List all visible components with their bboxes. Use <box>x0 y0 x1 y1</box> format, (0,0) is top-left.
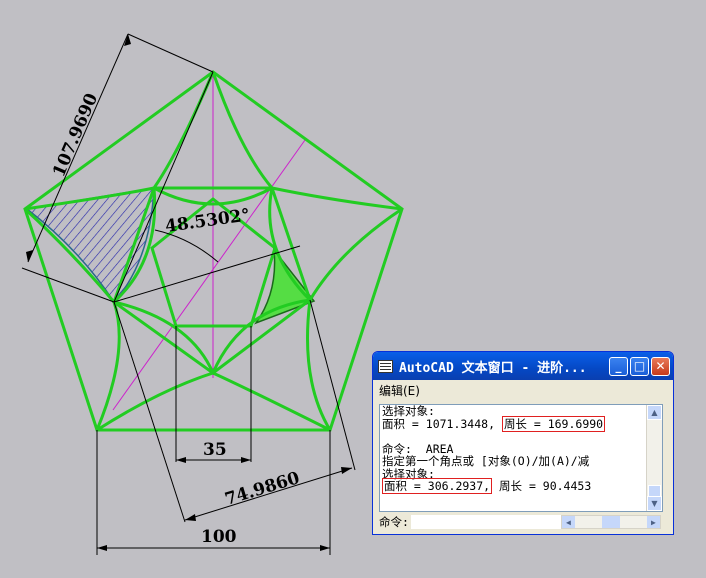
close-button[interactable]: ✕ <box>651 356 670 376</box>
window-icon[interactable] <box>378 359 393 373</box>
scroll-right-icon[interactable]: ▶ <box>646 516 660 528</box>
dim-inner-label: 35 <box>203 440 227 460</box>
maximize-button[interactable]: □ <box>630 356 649 376</box>
menu-edit[interactable]: 编辑(E) <box>379 384 420 398</box>
command-row: 命令: ◀ ▶ <box>379 514 663 530</box>
menu-bar: 编辑(E) <box>373 380 673 400</box>
command-prompt: 命令: <box>379 515 409 529</box>
dim-diagonal-label: 107.9690 <box>49 90 102 180</box>
command-input[interactable] <box>410 515 561 529</box>
text-history[interactable]: 选择对象: 面积 = 1071.3448, 周长 = 169.6990 命令: … <box>379 404 663 512</box>
dim-bottom-label: 100 <box>201 527 237 547</box>
dim-slant-label: 74.9860 <box>223 468 303 510</box>
history-line: 面积 = 1071.3448, 周长 = 169.6990 <box>382 415 606 432</box>
dim-angle-label: 48.5302° <box>164 205 251 237</box>
window-title: AutoCAD 文本窗口 - 进阶... <box>399 360 587 376</box>
scroll-left-icon[interactable]: ◀ <box>561 516 575 528</box>
hscroll-thumb[interactable] <box>601 516 620 528</box>
scroll-up-icon[interactable]: ▲ <box>647 405 662 420</box>
autocad-text-window[interactable]: AutoCAD 文本窗口 - 进阶... _ □ ✕ 编辑(E) 选择对象: 面… <box>372 351 674 535</box>
horizontal-scrollbar[interactable]: ◀ ▶ <box>560 515 661 529</box>
history-line: 面积 = 306.2937, 周长 = 90.4453 <box>382 478 592 494</box>
title-bar[interactable]: AutoCAD 文本窗口 - 进阶... _ □ ✕ <box>373 352 673 380</box>
scroll-down-icon[interactable]: ▼ <box>647 496 662 511</box>
minimize-button[interactable]: _ <box>609 356 628 376</box>
highlight-box: 周长 = 169.6990 <box>501 415 606 432</box>
vertical-scrollbar[interactable]: ▲ ▼ <box>646 405 662 511</box>
highlight-box: 面积 = 306.2937, <box>382 478 493 494</box>
